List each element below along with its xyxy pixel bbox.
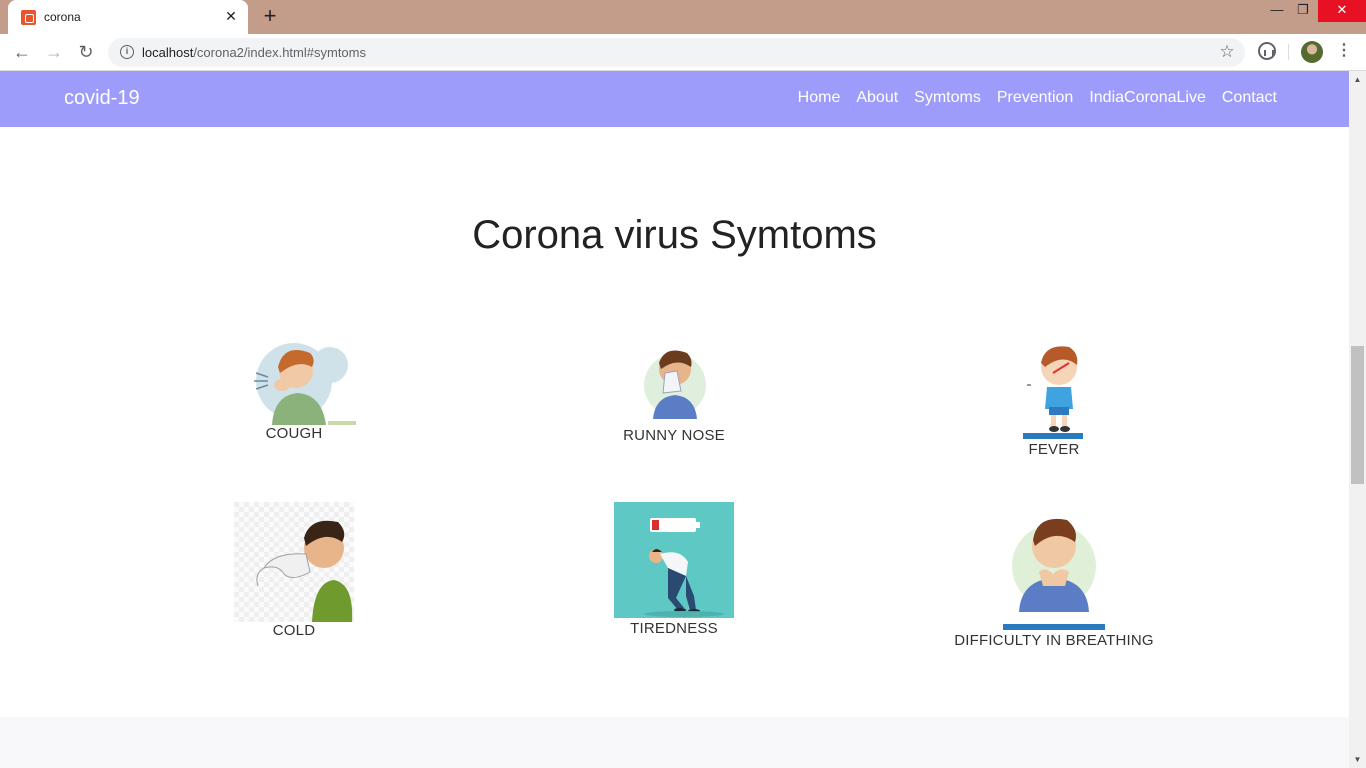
profile-avatar[interactable] [1301,41,1323,63]
tired-person-low-battery-icon [614,502,734,618]
symptom-label: COUGH [265,425,323,442]
nav-link-prevention[interactable]: Prevention [997,89,1074,107]
symptom-runny-nose: RUNNY NOSE [604,343,744,444]
scroll-up-arrow-icon[interactable]: ▲ [1349,71,1366,88]
site-navbar: covid-19 Home About Symtoms Prevention I… [0,71,1349,127]
breathless-person-icon [1003,518,1105,630]
section-title: Corona virus Symtoms [472,213,877,257]
symptom-cold: COLD [224,502,364,639]
symptom-label: TIREDNESS [630,620,718,637]
menu-kebab-icon[interactable]: ⋮ [1336,42,1352,62]
symptom-label: DIFFICULTY IN BREATHING [954,632,1154,649]
nav-link-home[interactable]: Home [798,89,841,107]
url-host: localhost [142,45,194,60]
scroll-thumb[interactable] [1351,346,1364,484]
info-icon[interactable]: i [120,45,134,59]
symptom-cough: COUGH [234,337,356,442]
browser-tab[interactable]: corona ✕ [8,0,248,34]
nav-links: Home About Symtoms Prevention IndiaCoron… [798,89,1277,107]
tissue-nose-icon [644,350,706,419]
new-tab-button[interactable]: + [258,5,282,29]
symptom-difficulty-breathing: DIFFICULTY IN BREATHING [944,508,1164,649]
nav-link-symtoms[interactable]: Symtoms [914,89,981,107]
page-scrollbar[interactable]: ▲ ▼ [1349,71,1366,768]
tab-title: corona [44,10,81,24]
bookmark-star-icon[interactable]: ☆ [1217,42,1237,62]
coughing-person-icon [254,343,356,425]
symptom-label: RUNNY NOSE [623,427,725,444]
nav-link-indiacoronalive[interactable]: IndiaCoronaLive [1089,89,1206,107]
fever-child-icon [1023,346,1083,439]
extension-icon[interactable] [1258,42,1276,60]
browser-titlebar: corona ✕ + — ❐ ✕ [0,0,1366,34]
scroll-down-arrow-icon[interactable]: ▼ [1349,751,1366,768]
tab-close-icon[interactable]: ✕ [222,7,240,25]
symptom-label: COLD [272,622,316,639]
site-brand[interactable]: covid-19 [64,87,140,110]
nav-link-contact[interactable]: Contact [1222,89,1277,107]
browser-toolbar: ← → ↻ i localhost/corona2/index.html#sym… [0,34,1366,71]
next-section-band [0,717,1349,768]
back-arrow-icon[interactable]: ← [11,42,33,64]
symptom-tiredness: TIREDNESS [604,502,744,637]
reload-icon[interactable]: ↻ [75,42,97,64]
symptom-fever: FEVER [984,343,1124,458]
nav-link-about[interactable]: About [856,89,898,107]
close-window-button[interactable]: ✕ [1318,0,1366,22]
url-text[interactable]: localhost/corona2/index.html#symtoms [142,45,366,60]
page-content: covid-19 Home About Symtoms Prevention I… [0,71,1349,768]
forward-arrow-icon[interactable]: → [43,42,65,64]
xampp-favicon-icon [21,10,36,25]
url-path: /corona2/index.html#symtoms [193,45,366,60]
maximize-button[interactable]: ❐ [1288,0,1318,22]
address-bar[interactable]: i localhost/corona2/index.html#symtoms ☆ [108,38,1245,67]
sneezing-person-icon [234,502,354,622]
toolbar-separator [1288,44,1289,60]
symptom-label: FEVER [1028,441,1080,458]
